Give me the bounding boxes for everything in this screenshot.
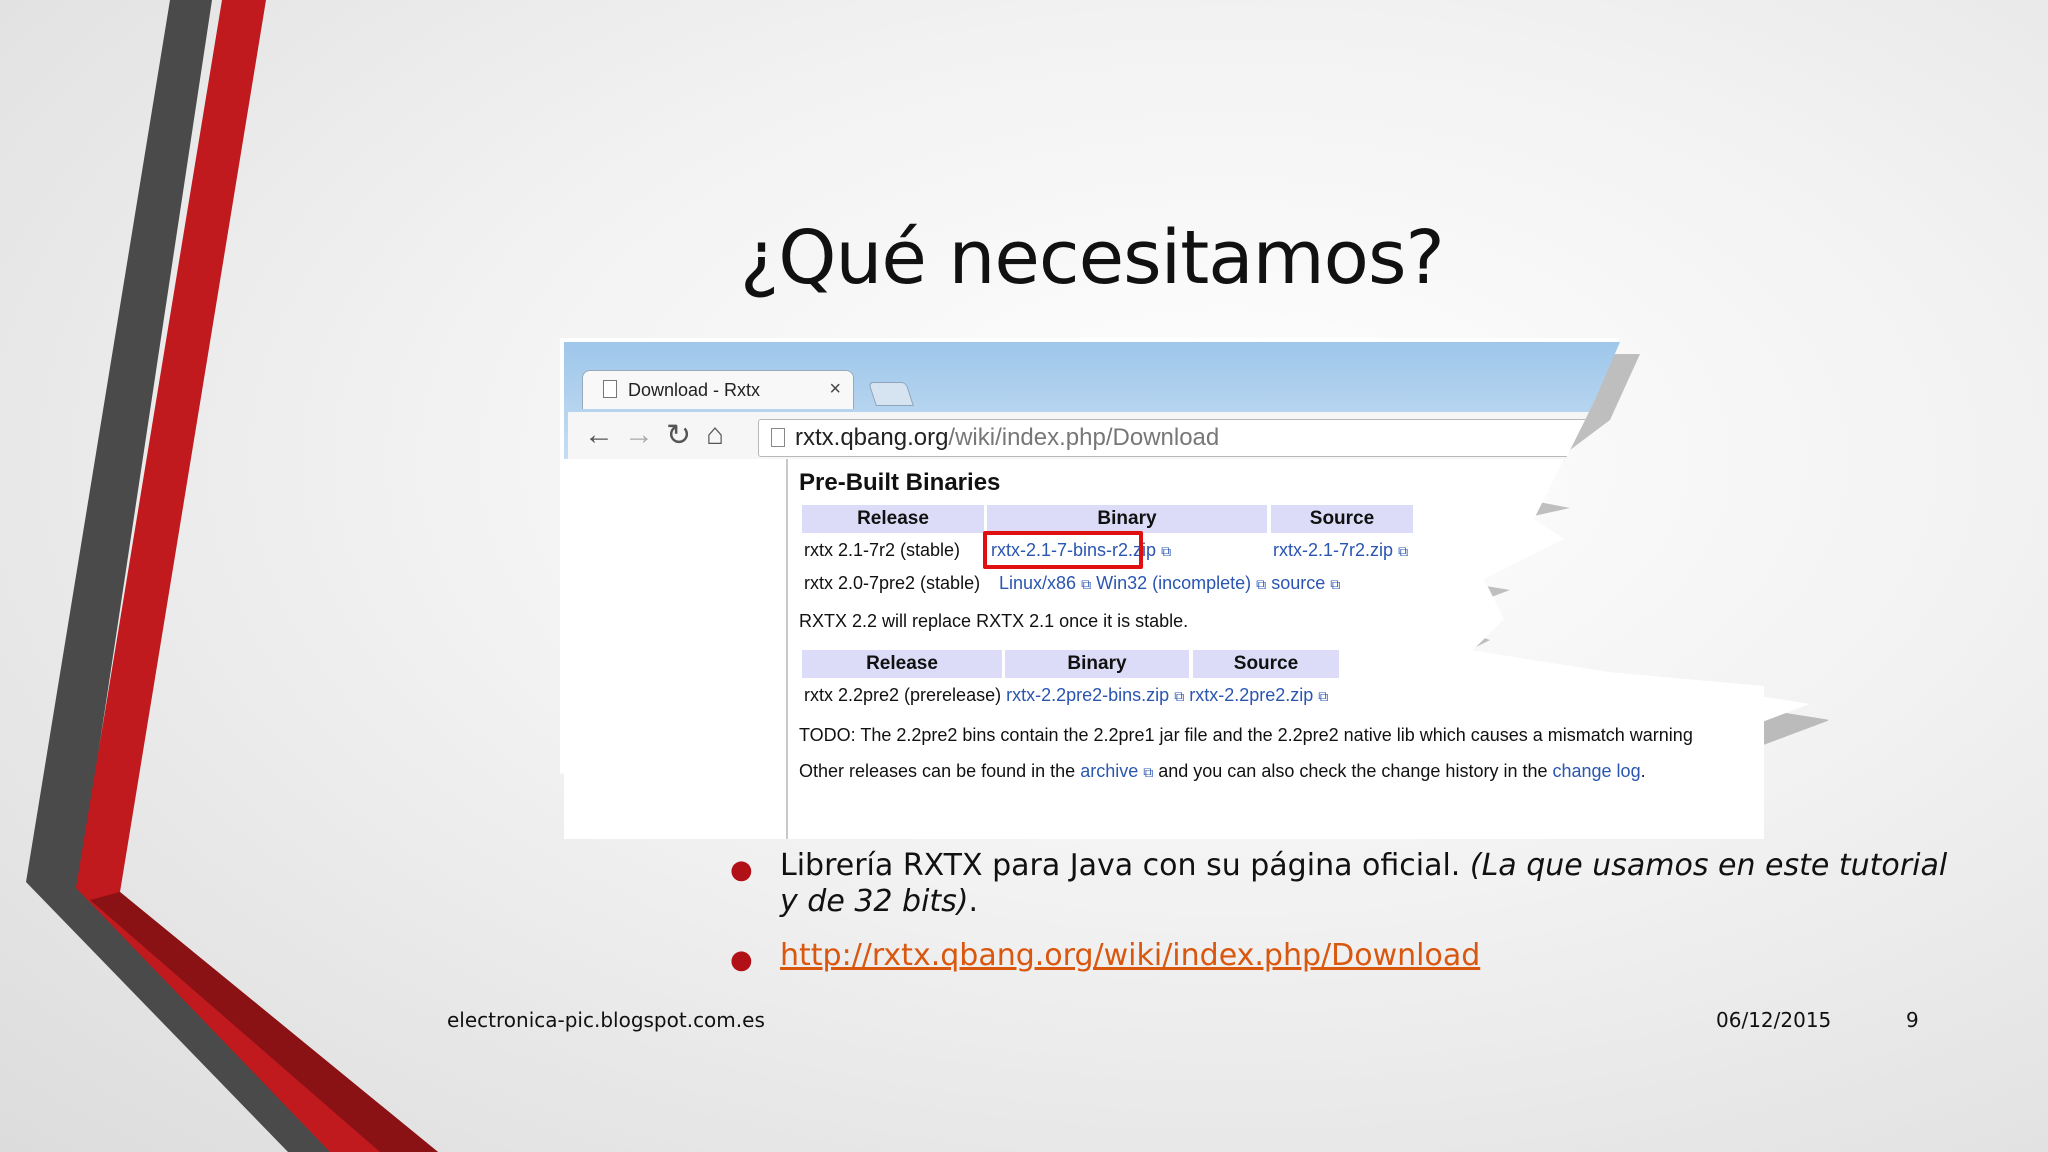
bullet-text: Librería RXTX para Java con su página of… [780,848,1470,883]
footer-date: 06/12/2015 [1716,1008,1832,1032]
table1-header-source: Source [1271,505,1413,533]
archive-link[interactable]: archive [1080,761,1138,781]
bullet-end: . [968,884,979,919]
external-link-icon: ⧉ [1081,576,1092,592]
download-url-link[interactable]: http://rxtx.qbang.org/wiki/index.php/Dow… [780,938,1480,973]
source-link-2-1-7[interactable]: rxtx-2.1-7r2.zip [1273,540,1393,560]
slide-title: ¿Qué necesitamos? [740,215,1445,301]
external-link-icon: ⧉ [1398,543,1409,559]
back-arrow-icon[interactable]: ← [584,418,614,452]
table2-header-binary: Binary [1005,650,1189,678]
new-tab-button[interactable] [868,382,914,406]
forward-arrow-icon[interactable]: → [624,418,654,452]
browser-tab[interactable]: Download - Rxtx × [582,370,854,409]
table1-row2-release: rxtx 2.0-7pre2 (stable) [804,573,981,593]
bullet-list: ● Librería RXTX para Java con su página … [730,848,1960,992]
win32-link[interactable]: Win32 (incomplete) [1096,573,1251,593]
external-link-icon: ⧉ [1318,688,1329,704]
bullet-dot: ● [730,945,753,975]
url-path: /wiki/index.php/Download [948,424,1220,451]
section-heading: Pre-Built Binaries [799,469,1001,496]
home-icon[interactable]: ⌂ [706,418,724,452]
bullet-item-link: ● http://rxtx.qbang.org/wiki/index.php/D… [730,938,1960,975]
source-link-2-2pre2[interactable]: rxtx-2.2pre2.zip [1189,685,1313,705]
document-icon [603,380,617,398]
close-icon[interactable]: × [829,378,841,401]
table1-row2-binary[interactable]: Linux/x86 ⧉ Win32 (incomplete) ⧉ source … [999,573,1340,594]
table2-row1-release: rxtx 2.2pre2 (prerelease) rxtx-2.2pre2-b… [804,685,1328,706]
url-host: rxtx.qbang.org [795,424,949,451]
note-replace: RXTX 2.2 will replace RXTX 2.1 once it i… [799,611,1189,631]
highlight-box [983,531,1143,569]
other-mid-text: and you can also check the change histor… [1153,761,1553,781]
other-pre-text: Other releases can be found in the [799,761,1081,781]
bullet-item-library: ● Librería RXTX para Java con su página … [730,848,1960,920]
table1-header-binary: Binary [987,505,1267,533]
external-link-icon: ⧉ [1161,543,1172,559]
other-releases-note: Other releases can be found in the archi… [799,761,1646,782]
url-text: rxtx.qbang.org/wiki/index.php/Download [795,424,1219,452]
table1-row1-release: rxtx 2.1-7r2 (stable) [804,540,961,560]
table1-row1-source[interactable]: rxtx-2.1-7r2.zip ⧉ [1273,540,1408,561]
binary-link-2-2pre2[interactable]: rxtx-2.2pre2-bins.zip [1006,685,1169,705]
page-icon [771,428,785,447]
other-post-text: . [1640,761,1646,781]
external-link-icon: ⧉ [1143,764,1154,780]
footer-site: electronica-pic.blogspot.com.es [447,1008,765,1032]
page-number: 9 [1906,1008,1919,1032]
table1-header-release: Release [802,505,984,533]
bullet-dot: ● [730,855,753,885]
table2-release-text: rxtx 2.2pre2 (prerelease) [804,685,1002,705]
browser-screenshot: Download - Rxtx × ← → ↻ ⌂ rxtx.qbang.org… [560,338,1828,839]
external-link-icon: ⧉ [1330,576,1341,592]
wiki-sidebar [564,459,788,839]
todo-note: TODO: The 2.2pre2 bins contain the 2.2pr… [799,725,1693,745]
linux-link[interactable]: Linux/x86 [999,573,1076,593]
reload-icon[interactable]: ↻ [666,418,691,453]
tab-title: Download - Rxtx [628,380,761,400]
change-log-link[interactable]: change log [1553,761,1641,781]
external-link-icon: ⧉ [1256,576,1267,592]
table2-header-release: Release [802,650,1002,678]
table2-header-source: Source [1193,650,1339,678]
external-link-icon: ⧉ [1174,688,1185,704]
source-link-2-0[interactable]: source [1271,573,1325,593]
